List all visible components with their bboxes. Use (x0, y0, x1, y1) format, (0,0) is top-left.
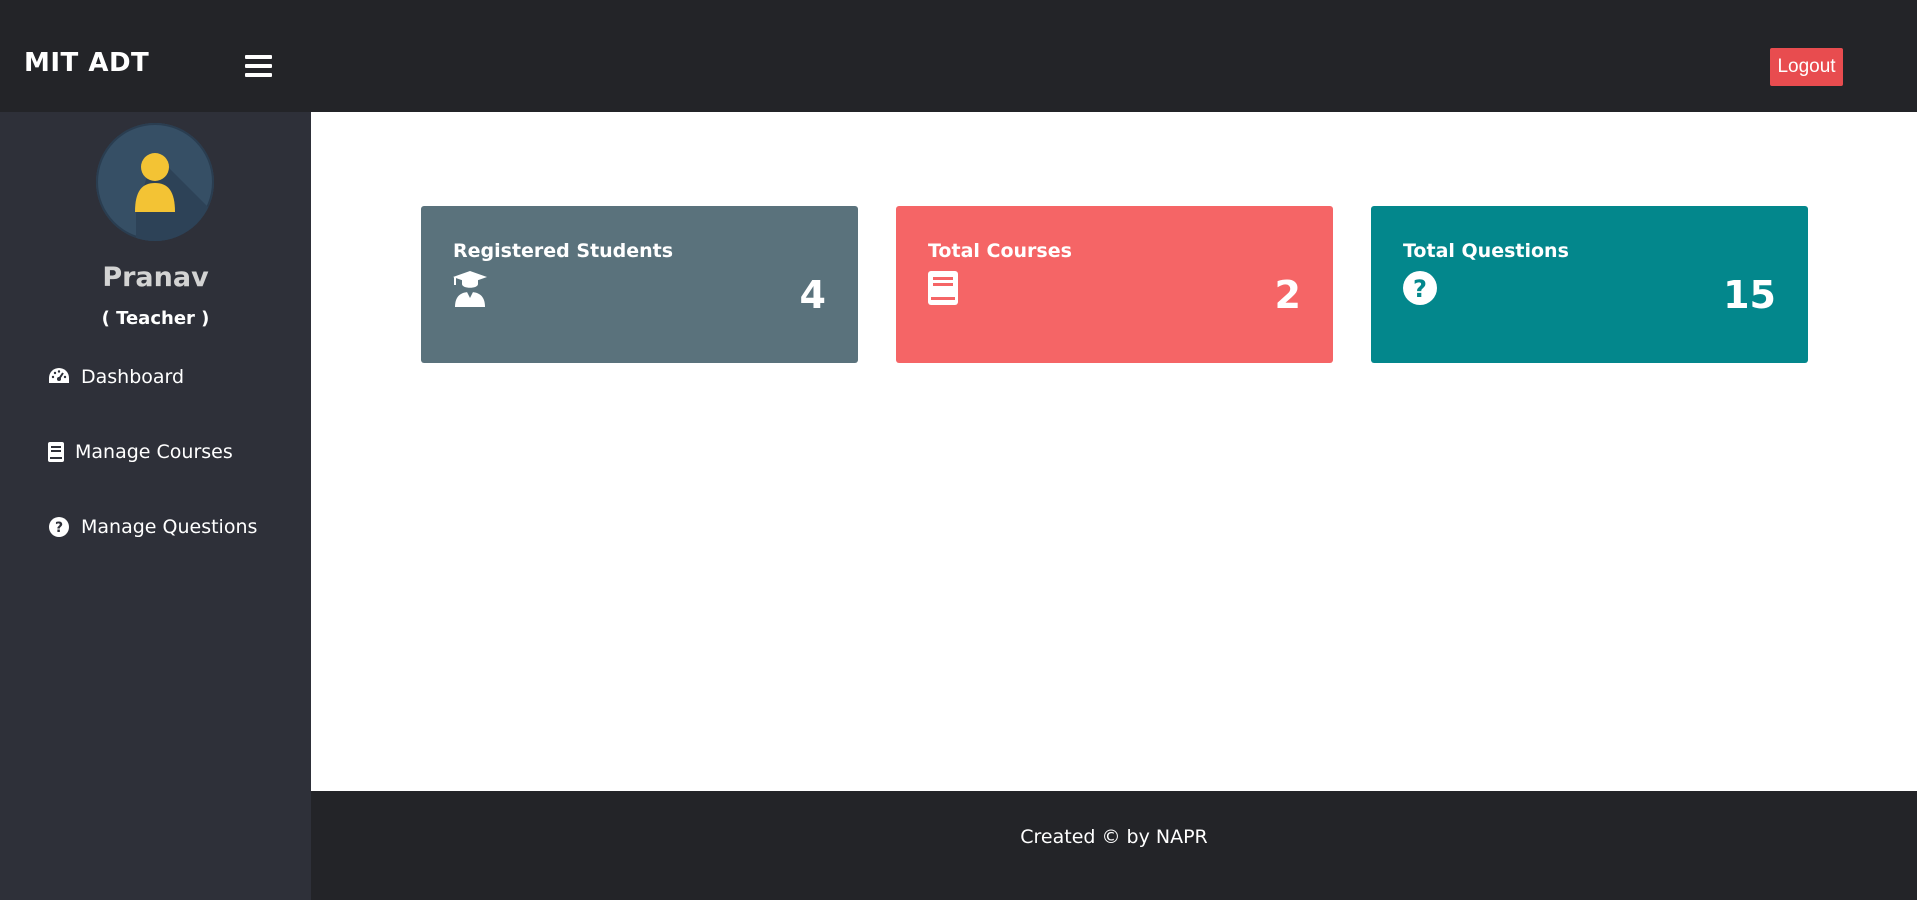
card-value: 15 (1723, 273, 1776, 317)
hamburger-icon[interactable] (245, 55, 272, 79)
sidebar-item-manage-questions[interactable]: ? Manage Questions (47, 511, 257, 543)
sidebar-item-dashboard[interactable]: Dashboard (47, 361, 184, 393)
sidebar-item-manage-courses[interactable]: Manage Courses (47, 436, 233, 468)
card-label: Total Questions (1403, 240, 1569, 262)
user-avatar-icon (96, 123, 214, 241)
question-circle-icon: ? (1403, 271, 1437, 307)
sidebar-item-label: Manage Questions (81, 516, 258, 538)
card-registered-students[interactable]: Registered Students 4 (421, 206, 858, 363)
user-role: ( Teacher ) (101, 308, 210, 329)
card-label: Registered Students (453, 240, 674, 262)
svg-text:?: ? (55, 520, 63, 536)
brand-title[interactable]: MIT ADT (24, 50, 149, 76)
book-icon (928, 271, 962, 307)
user-name: Pranav (102, 262, 209, 293)
footer-text: Created © by NAPR (1020, 826, 1208, 848)
tachometer-icon (47, 365, 71, 389)
card-total-courses[interactable]: Total Courses 2 (896, 206, 1333, 363)
sidebar: Pranav ( Teacher ) Dashboard Manage Cour… (0, 112, 311, 900)
question-circle-icon: ? (47, 515, 71, 539)
logout-button[interactable]: Logout (1770, 48, 1843, 86)
card-label: Total Courses (928, 240, 1072, 262)
top-header: MIT ADT Logout (0, 0, 1917, 112)
card-value: 4 (799, 273, 826, 317)
card-total-questions[interactable]: Total Questions ? 15 (1371, 206, 1808, 363)
sidebar-item-label: Dashboard (81, 366, 185, 388)
svg-text:?: ? (1413, 275, 1427, 303)
sidebar-item-label: Manage Courses (75, 441, 233, 463)
footer: Created © by NAPR (311, 791, 1917, 900)
card-value: 2 (1274, 273, 1301, 317)
book-icon (47, 440, 65, 464)
user-graduate-icon (453, 271, 487, 307)
